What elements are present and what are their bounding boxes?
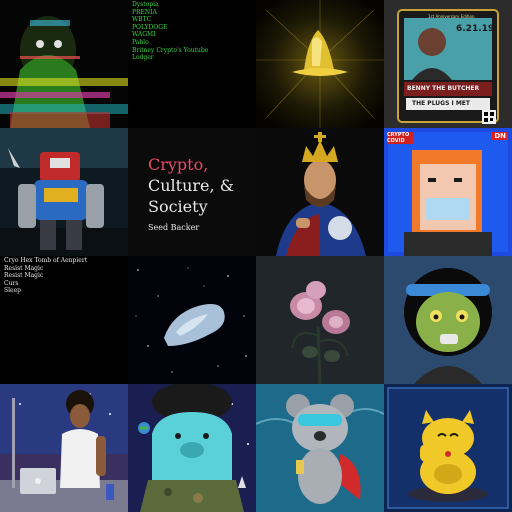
spell-list: Cryo Hex Tomb of Aenpiert Resist Magic R… xyxy=(4,257,87,295)
nft-tile-renaissance-king[interactable] xyxy=(256,128,384,256)
nft-tile-pixel-masked-face[interactable]: CRYPTO COVID DN xyxy=(384,128,512,256)
nft-tile-golden-hat[interactable] xyxy=(256,0,384,128)
nft-tile-glitch-portrait[interactable] xyxy=(0,0,128,128)
nft-tile-pink-roses[interactable] xyxy=(256,256,384,384)
nft-tile-astronaut-laptop[interactable] xyxy=(0,384,128,512)
title-card-heading: Crypto, Culture, & Society xyxy=(148,154,234,217)
koala-hero-art xyxy=(256,384,384,512)
card-date: 6.21.19 xyxy=(456,24,495,34)
renaissance-king-art xyxy=(256,128,384,256)
token-list-item: Pablo xyxy=(132,38,149,46)
card-art xyxy=(384,0,512,128)
spell-list-item: Cryo Hex Tomb of Aenpiert xyxy=(4,257,88,264)
title-card-accent: Crypto, xyxy=(148,155,209,174)
nft-tile-koala-hero[interactable] xyxy=(256,384,384,512)
lucky-cat-art xyxy=(384,384,512,512)
nft-tile-title-card[interactable]: Crypto, Culture, & Society Seed Backer xyxy=(128,128,256,256)
card-name: BENNY THE BUTCHER xyxy=(407,85,480,92)
token-list-item: POLYDOGE xyxy=(132,23,168,31)
nft-tile-spell-list[interactable]: Cryo Hex Tomb of Aenpiert Resist Magic R… xyxy=(0,256,128,384)
token-list-item: WAGMI xyxy=(132,31,156,39)
token-list: Dystopia PRENIA WBTC POLYDOGE WAGMI Pabl… xyxy=(132,1,208,62)
spell-list-item: Sleep xyxy=(4,287,21,295)
spell-list-item: Resist Magic xyxy=(4,264,44,272)
crypto-covid-logo: CRYPTO COVID xyxy=(387,132,413,144)
nft-gallery-grid: Dystopia PRENIA WBTC POLYDOGE WAGMI Pabl… xyxy=(0,0,512,512)
robot-mech-art xyxy=(0,128,128,256)
nft-tile-seal-creature[interactable] xyxy=(128,384,256,512)
pink-roses-art xyxy=(256,256,384,384)
spell-list-item: Resist Magic xyxy=(4,272,44,280)
nft-tile-collectible-card[interactable]: 1st Anniversary Edition 6.21.19 BENNY TH… xyxy=(384,0,512,128)
token-list-item: Ledger xyxy=(132,54,154,62)
title-card-line-2: Culture, & xyxy=(148,176,234,195)
spell-list-item: Curs xyxy=(4,279,19,287)
golden-hat-art xyxy=(256,0,384,128)
pixel-masked-face-art xyxy=(384,128,512,256)
nft-tile-space-asteroid[interactable] xyxy=(128,256,256,384)
nft-tile-token-list[interactable]: Dystopia PRENIA WBTC POLYDOGE WAGMI Pabl… xyxy=(128,0,256,128)
title-card-line-3: Society xyxy=(148,197,208,216)
glitch-portrait-art xyxy=(0,0,128,128)
dn-logo: DN xyxy=(492,132,508,140)
space-asteroid-art xyxy=(128,256,256,384)
token-list-item: WBTC xyxy=(132,16,152,24)
astronaut-laptop-art xyxy=(0,384,128,512)
zombie-character-art xyxy=(384,256,512,384)
nft-tile-robot-mech[interactable] xyxy=(0,128,128,256)
card-badge: 1st Anniversary Edition xyxy=(428,14,475,19)
nft-tile-lucky-cat[interactable] xyxy=(384,384,512,512)
seal-creature-art xyxy=(128,384,256,512)
nft-tile-zombie-character[interactable] xyxy=(384,256,512,384)
token-list-item: PRENIA xyxy=(132,8,157,16)
token-list-item: Dystopia xyxy=(132,1,159,8)
title-card-subtitle: Seed Backer xyxy=(148,223,200,232)
token-list-item: Britney Crypto's Youtube xyxy=(132,46,209,54)
card-caption: THE PLUGS I MET xyxy=(412,100,470,107)
